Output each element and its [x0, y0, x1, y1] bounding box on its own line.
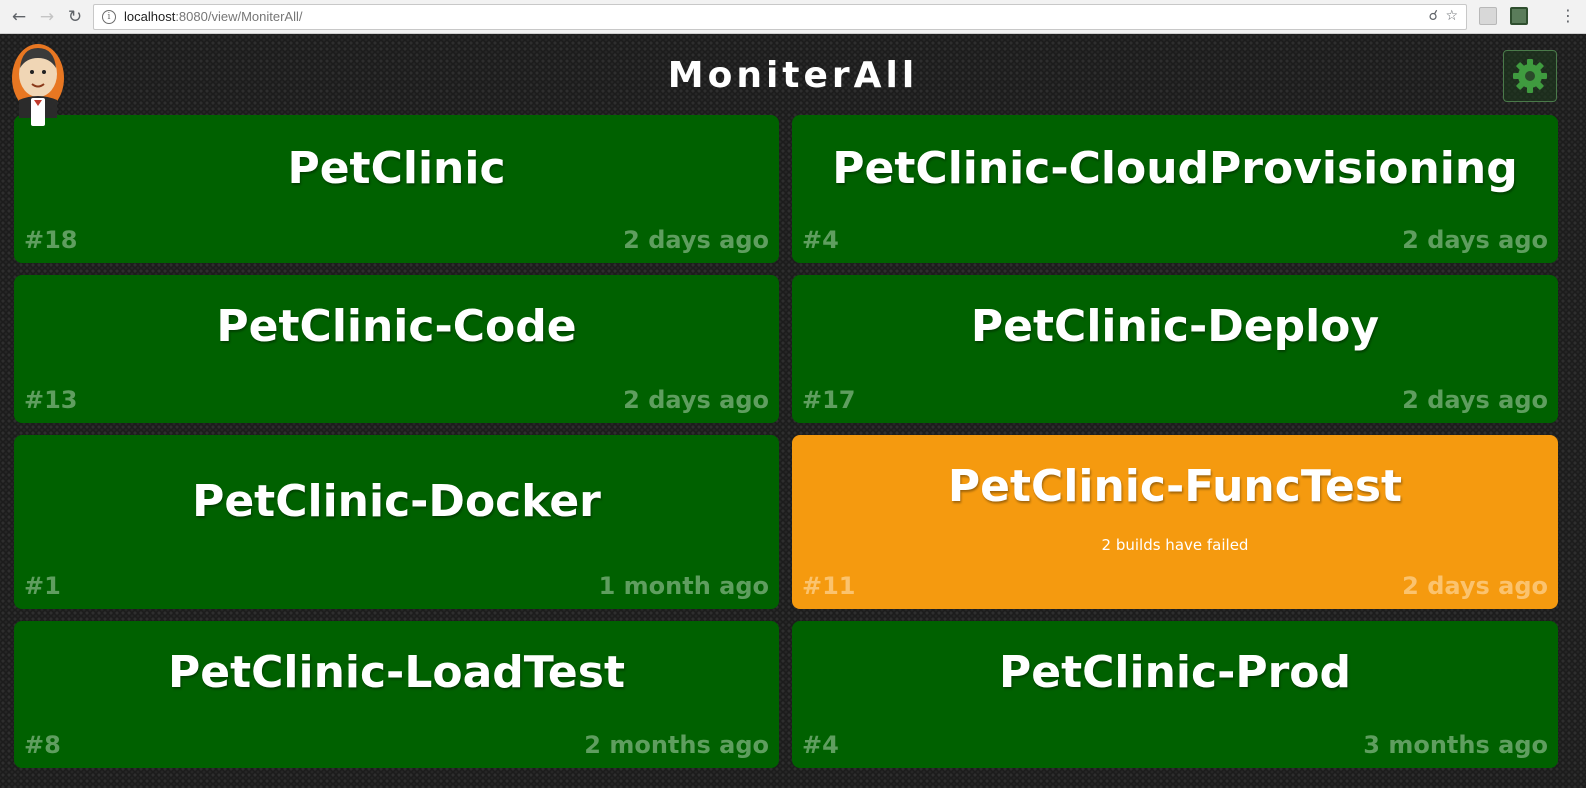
- build-number: #11: [802, 572, 856, 600]
- build-number: #18: [24, 226, 78, 254]
- monitor-dashboard: MoniterAll PetClinic #18 2 days ago PetC…: [0, 34, 1586, 788]
- address-bar[interactable]: i localhost:8080/view/MoniterAll/ ☌ ☆: [93, 4, 1467, 30]
- zoom-icon[interactable]: ☌: [1429, 8, 1438, 24]
- job-name: PetClinic-LoadTest: [167, 647, 625, 698]
- job-tile[interactable]: PetClinic-Docker #1 1 month ago: [14, 435, 779, 609]
- build-age: 2 days ago: [623, 386, 769, 414]
- failure-message: 2 builds have failed: [1101, 536, 1249, 554]
- job-tile[interactable]: PetClinic-CloudProvisioning #4 2 days ag…: [792, 115, 1558, 263]
- forward-arrow-icon[interactable]: →: [36, 6, 58, 28]
- browser-menu-icon[interactable]: ⋮: [1560, 7, 1576, 25]
- reload-icon[interactable]: ↻: [64, 6, 86, 28]
- browser-toolbar: ← → ↻ i localhost:8080/view/MoniterAll/ …: [0, 0, 1586, 34]
- build-age: 2 days ago: [1402, 226, 1548, 254]
- url-text: localhost:8080/view/MoniterAll/: [124, 9, 302, 24]
- settings-button[interactable]: [1503, 50, 1557, 102]
- bookmark-star-icon[interactable]: ☆: [1445, 8, 1458, 24]
- build-number: #4: [802, 731, 839, 759]
- build-age: 2 months ago: [584, 731, 769, 759]
- job-name: PetClinic-Docker: [192, 476, 601, 527]
- build-number: #1: [24, 572, 61, 600]
- job-tile[interactable]: PetClinic-LoadTest #8 2 months ago: [14, 621, 779, 768]
- gear-icon: [1513, 59, 1547, 93]
- back-arrow-icon[interactable]: ←: [8, 6, 30, 28]
- build-age: 3 months ago: [1363, 731, 1548, 759]
- job-tile[interactable]: PetClinic-Deploy #17 2 days ago: [792, 275, 1558, 423]
- job-tile[interactable]: PetClinic-Prod #4 3 months ago: [792, 621, 1558, 768]
- url-host: localhost: [124, 9, 176, 24]
- build-age: 2 days ago: [1402, 572, 1548, 600]
- info-icon[interactable]: i: [102, 10, 116, 24]
- build-age: 2 days ago: [1402, 386, 1548, 414]
- extension-icon[interactable]: [1510, 7, 1528, 25]
- url-path: :8080/view/MoniterAll/: [175, 9, 303, 24]
- extension-icon[interactable]: [1479, 7, 1497, 25]
- job-name: PetClinic-Deploy: [970, 301, 1380, 352]
- job-name: PetClinic-FuncTest: [947, 461, 1403, 512]
- build-number: #13: [24, 386, 78, 414]
- view-title: MoniterAll: [667, 55, 919, 96]
- job-tile[interactable]: PetClinic #18 2 days ago: [14, 115, 779, 263]
- jenkins-logo: [12, 44, 64, 126]
- job-name: PetClinic: [287, 143, 506, 194]
- build-number: #8: [24, 731, 61, 759]
- job-name: PetClinic-CloudProvisioning: [832, 143, 1518, 194]
- build-age: 1 month ago: [598, 572, 769, 600]
- job-name: PetClinic-Prod: [999, 647, 1351, 698]
- build-number: #4: [802, 226, 839, 254]
- job-tile[interactable]: PetClinic-Code #13 2 days ago: [14, 275, 779, 423]
- build-age: 2 days ago: [623, 226, 769, 254]
- job-tile[interactable]: PetClinic-FuncTest 2 builds have failed …: [792, 435, 1558, 609]
- build-number: #17: [802, 386, 856, 414]
- job-name: PetClinic-Code: [216, 301, 577, 352]
